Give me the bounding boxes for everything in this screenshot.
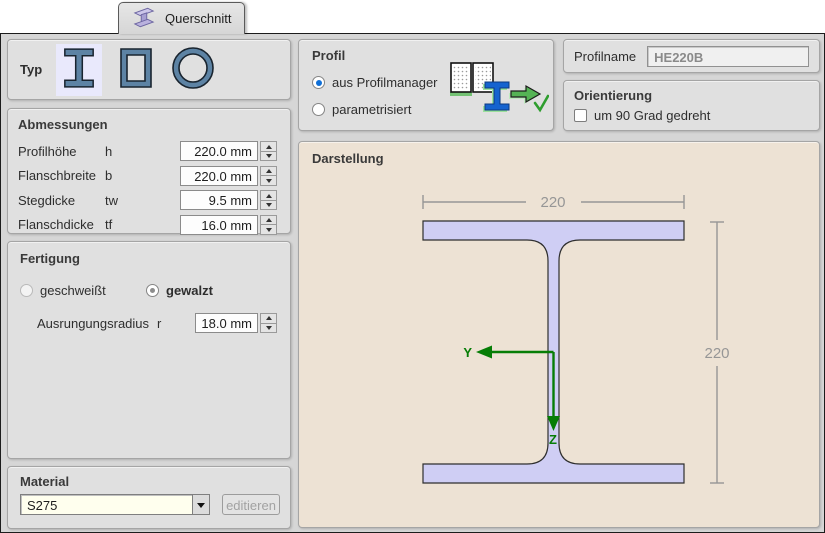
profilhoehe-spin-buttons	[260, 141, 277, 161]
height-dimension-label: 220	[704, 345, 729, 362]
dropdown-arrow-icon[interactable]	[192, 495, 209, 514]
profilhoehe-up-button[interactable]	[261, 142, 276, 152]
orientierung-row: um 90 Grad gedreht	[574, 108, 819, 123]
flanschbreite-spin-buttons	[260, 166, 277, 186]
ibeam-3d-icon	[132, 6, 156, 32]
profilmanager-icons	[449, 58, 549, 119]
ibeam-letter-icon	[483, 82, 509, 112]
abmessungen-panel: Abmessungen Profilhöhe h 220.0 mm Flansc…	[7, 108, 291, 234]
flanschbreite-symbol: b	[105, 168, 115, 183]
profilhoehe-down-button[interactable]	[261, 152, 276, 161]
geschweisst-radio[interactable]	[20, 284, 33, 297]
ausrundungsradius-row: Ausrungungsradius r 18.0 mm	[20, 313, 277, 333]
material-row: S275 editieren	[20, 494, 280, 515]
flanschdicke-stepper: 16.0 mm	[180, 215, 277, 235]
stegdicke-down-button[interactable]	[261, 201, 276, 210]
profilname-label: Profilname	[574, 49, 636, 64]
flanschdicke-row: Flanschdicke tf 16.0 mm	[18, 213, 277, 238]
fertigung-title: Fertigung	[20, 251, 277, 266]
profilname-field[interactable]: HE220B	[647, 46, 809, 67]
cross-section-drawing: 220 220 Y	[299, 142, 819, 527]
um-90-grad-checkbox[interactable]	[574, 109, 587, 122]
flanschdicke-symbol: tf	[105, 217, 115, 232]
ausrundungsradius-down-button[interactable]	[261, 324, 276, 333]
stegdicke-symbol: tw	[105, 193, 115, 208]
profilhoehe-stepper: 220.0 mm	[180, 141, 277, 161]
flanschbreite-row: Flanschbreite b 220.0 mm	[18, 164, 277, 189]
fertigung-panel: Fertigung geschweißt gewalzt Ausrungungs…	[7, 241, 291, 459]
typ-label: Typ	[20, 62, 42, 77]
flanschbreite-field[interactable]: 220.0 mm	[180, 166, 258, 186]
parametrisiert-radio[interactable]	[312, 103, 325, 116]
flanschbreite-label: Flanschbreite	[18, 168, 105, 183]
flanschdicke-spin-buttons	[260, 215, 277, 235]
profilname-panel: Profilname HE220B	[563, 39, 820, 73]
geschweisst-label: geschweißt	[40, 283, 146, 298]
round-profile-icon	[171, 46, 215, 93]
main-window: Typ	[0, 33, 825, 533]
profil-panel: Profil aus Profilmanager parametrisiert	[298, 39, 554, 131]
stegdicke-up-button[interactable]	[261, 191, 276, 201]
apply-arrow-icon	[509, 86, 540, 104]
flanschdicke-down-button[interactable]	[261, 225, 276, 234]
width-dimension-label: 220	[540, 194, 565, 211]
type-round-profile-button[interactable]	[170, 44, 216, 96]
flanschdicke-field[interactable]: 16.0 mm	[180, 215, 258, 235]
stegdicke-stepper: 9.5 mm	[180, 190, 277, 210]
stegdicke-label: Stegdicke	[18, 193, 105, 208]
material-selected-value: S275	[21, 495, 192, 514]
z-axis-label: Z	[549, 432, 557, 447]
profilhoehe-row: Profilhöhe h 220.0 mm	[18, 139, 277, 164]
y-axis-arrow	[476, 346, 554, 359]
darstellung-panel: Darstellung 220	[298, 141, 820, 528]
material-select[interactable]: S275	[20, 494, 210, 515]
querschnitt-dialog: Querschnitt Typ	[0, 0, 825, 533]
fertigung-radio-row: geschweißt gewalzt	[20, 283, 277, 298]
material-title: Material	[20, 474, 280, 489]
stegdicke-spin-buttons	[260, 190, 277, 210]
flanschdicke-up-button[interactable]	[261, 216, 276, 226]
type-i-profile-button[interactable]	[56, 44, 102, 96]
flanschdicke-label: Flanschdicke	[18, 217, 105, 232]
material-panel: Material S275 editieren	[7, 466, 291, 529]
tab-label: Querschnitt	[165, 11, 231, 26]
flanschbreite-down-button[interactable]	[261, 176, 276, 185]
flanschbreite-stepper: 220.0 mm	[180, 166, 277, 186]
profilhoehe-label: Profilhöhe	[18, 144, 105, 159]
ausrundungsradius-spin-buttons	[260, 313, 277, 333]
parametrisiert-label: parametrisiert	[332, 102, 411, 117]
profilhoehe-symbol: h	[105, 144, 115, 159]
ausrundungsradius-label: Ausrungungsradius	[37, 316, 149, 331]
um-90-grad-label: um 90 Grad gedreht	[594, 108, 710, 123]
typ-panel: Typ	[7, 39, 291, 100]
box-profile-icon	[119, 47, 153, 92]
gewalzt-radio[interactable]	[146, 284, 159, 297]
orientierung-title: Orientierung	[574, 88, 819, 103]
ausrundungsradius-up-button[interactable]	[261, 314, 276, 324]
editieren-button[interactable]: editieren	[222, 494, 280, 515]
profilhoehe-field[interactable]: 220.0 mm	[180, 141, 258, 161]
i-profile-icon	[62, 45, 96, 94]
aus-profilmanager-radio[interactable]	[312, 76, 325, 89]
type-box-profile-button[interactable]	[113, 44, 159, 96]
orientierung-panel: Orientierung um 90 Grad gedreht	[563, 80, 820, 131]
ok-check-icon	[535, 96, 548, 110]
profile-manager-book-icon	[450, 63, 493, 96]
gewalzt-label: gewalzt	[166, 283, 213, 298]
ausrundungsradius-stepper: 18.0 mm	[195, 313, 277, 333]
aus-profilmanager-label: aus Profilmanager	[332, 75, 438, 90]
abmessungen-title: Abmessungen	[18, 117, 277, 132]
y-axis-label: Y	[463, 345, 472, 360]
stegdicke-field[interactable]: 9.5 mm	[180, 190, 258, 210]
stegdicke-row: Stegdicke tw 9.5 mm	[18, 188, 277, 213]
ausrundungsradius-symbol: r	[157, 316, 161, 331]
flanschbreite-up-button[interactable]	[261, 167, 276, 177]
tab-querschnitt[interactable]: Querschnitt	[118, 2, 245, 34]
ausrundungsradius-field[interactable]: 18.0 mm	[195, 313, 258, 333]
